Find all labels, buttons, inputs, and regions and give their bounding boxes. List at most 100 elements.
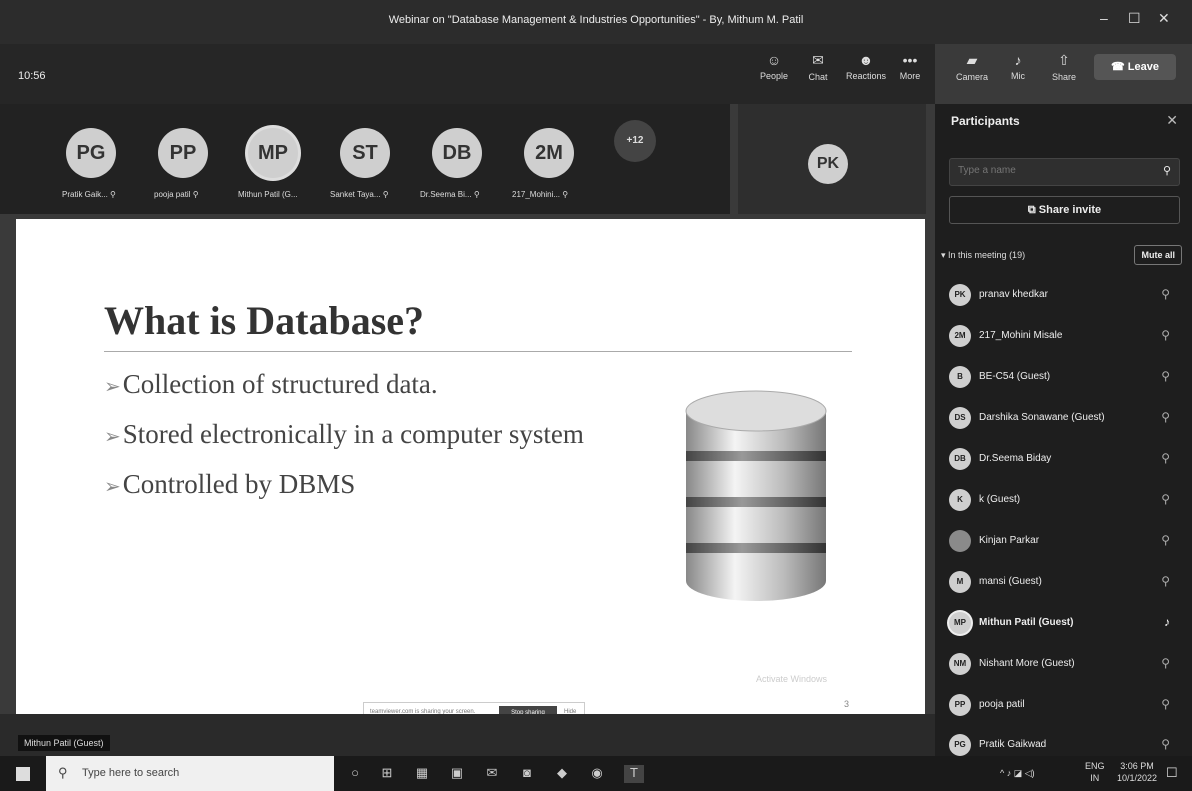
database-cylinder-icon (685, 390, 827, 601)
language-indicator[interactable]: ENG IN (1085, 760, 1105, 784)
bullet-arrow-icon: ➢ (104, 376, 121, 398)
search-icon: ⚲ (1162, 165, 1171, 177)
avatar-pp[interactable]: PP (158, 128, 208, 178)
share-invite-button[interactable]: ⧉ Share invite (949, 196, 1180, 224)
avatar: 2M (949, 325, 971, 347)
camera-off-icon: ▰ (966, 52, 978, 68)
overflow-participants-button[interactable]: +12 (614, 120, 656, 162)
mic-icon: ⚲ (192, 190, 199, 199)
avatar: K (949, 489, 971, 511)
avatar-st[interactable]: ST (340, 128, 390, 178)
participant-search-input[interactable] (950, 159, 1156, 182)
mic-muted-icon: ⚲ (1161, 574, 1170, 588)
mic-muted-icon: ⚲ (1161, 369, 1170, 383)
windows-start-icon[interactable] (16, 767, 30, 781)
system-tray-icons[interactable]: ^ ♪ ◪ ◁) (1000, 768, 1035, 779)
mic-muted-icon: ⚲ (1161, 737, 1170, 751)
chat-button[interactable]: ✉ Chat (798, 52, 838, 82)
participant-tile-label: 217_Mohini... ⚲ (512, 190, 569, 199)
participant-row[interactable]: PP pooja patil ⚲ (949, 694, 1184, 716)
panel-title: Participants (951, 114, 1020, 128)
avatar: M (949, 571, 971, 593)
minimize-button[interactable]: – (1100, 10, 1108, 26)
meeting-toolbar (0, 44, 935, 104)
participant-row[interactable]: DS Darshika Sonawane (Guest) ⚲ (949, 407, 1184, 429)
avatar: NM (949, 653, 971, 675)
avatar-pg[interactable]: PG (66, 128, 116, 178)
more-button[interactable]: ••• More (890, 52, 930, 81)
participants-panel: Participants ✕ ⚲ ⧉ Share invite ▾ In thi… (935, 104, 1192, 756)
slide-title: What is Database? (104, 298, 425, 343)
task-view-icon[interactable]: ⊞ (377, 765, 397, 783)
avatar: PK (949, 284, 971, 306)
participant-row[interactable]: Kk (Guest) ⚲ (949, 489, 1184, 511)
notifications-icon[interactable]: ☐ (1166, 765, 1178, 781)
participant-tile-label: Pratik Gaik... ⚲ (62, 190, 116, 199)
avatar: DS (949, 407, 971, 429)
avatar: MP (949, 612, 971, 634)
slide-bullet: ➢Stored electronically in a computer sys… (104, 419, 584, 449)
participant-tile-label: pooja patil ⚲ (154, 190, 199, 199)
shared-slide: What is Database? ➢Collection of structu… (16, 219, 925, 714)
avatar-2m[interactable]: 2M (524, 128, 574, 178)
participant-tile-label: Sanket Taya... ⚲ (330, 190, 389, 199)
participant-search[interactable]: ⚲ (949, 158, 1180, 186)
mic-muted-icon: ⚲ (1161, 287, 1170, 301)
share-button[interactable]: ⇧ Share (1044, 52, 1084, 82)
participant-row[interactable]: NM Nishant More (Guest) ⚲ (949, 653, 1184, 675)
cortana-icon[interactable]: ○ (345, 765, 365, 783)
window-titlebar: Webinar on "Database Management & Indust… (0, 0, 1192, 44)
teams-icon[interactable]: T (624, 765, 644, 783)
people-button[interactable]: ☺ People (754, 52, 794, 81)
system-clock[interactable]: 3:06 PM 10/1/2022 (1117, 760, 1157, 784)
pinned-video-tile: PK (738, 104, 926, 214)
slide-divider (104, 351, 852, 352)
leave-button[interactable]: ☎ Leave (1094, 54, 1176, 80)
mic-icon: ⚲ (562, 190, 569, 199)
stage-bottom-bar (0, 714, 935, 756)
participant-row[interactable]: Kinjan Parkar ⚲ (949, 530, 1184, 552)
participant-row[interactable]: 2M 217_Mohini Misale ⚲ (949, 325, 1184, 347)
chat-icon: ✉ (812, 52, 824, 68)
mic-off-icon: ♪ (1014, 52, 1022, 68)
bullet-arrow-icon: ➢ (104, 426, 121, 448)
mail-icon[interactable]: ✉ (482, 765, 502, 783)
maximize-button[interactable]: ☐ (1128, 10, 1141, 27)
avatar-mp[interactable]: MP (248, 128, 298, 178)
mic-button[interactable]: ♪ Mic (998, 52, 1038, 81)
mute-all-button[interactable]: Mute all (1134, 245, 1182, 265)
participant-tile-label: Mithun Patil (G... (238, 190, 298, 199)
close-window-button[interactable]: ✕ (1158, 10, 1170, 27)
participant-row[interactable]: PG Pratik Gaikwad ⚲ (949, 734, 1184, 756)
taskbar-search[interactable]: ⚲ Type here to search (46, 756, 334, 791)
meeting-timer: 10:56 (18, 70, 46, 82)
participant-row[interactable]: DB Dr.Seema Biday ⚲ (949, 448, 1184, 470)
camera-button[interactable]: ▰ Camera (952, 52, 992, 82)
edge-icon[interactable]: ◆ (552, 765, 572, 783)
mic-on-icon: ♪ (1164, 615, 1170, 629)
store-icon[interactable]: ▣ (447, 765, 467, 783)
participant-row[interactable]: B BE-C54 (Guest) ⚲ (949, 366, 1184, 388)
avatar: PP (949, 694, 971, 716)
people-icon: ☺ (766, 52, 782, 68)
participant-row[interactable]: MP Mithun Patil (Guest) ♪ (949, 612, 1184, 634)
camera-app-icon[interactable]: ◙ (517, 765, 537, 783)
avatar: DB (949, 448, 971, 470)
file-explorer-icon[interactable]: ▦ (412, 765, 432, 783)
in-meeting-header[interactable]: ▾ In this meeting (19) (941, 250, 1025, 261)
slide-bullet: ➢Controlled by DBMS (104, 469, 356, 499)
avatar-db[interactable]: DB (432, 128, 482, 178)
avatar-pk: PK (808, 144, 848, 184)
window-title: Webinar on "Database Management & Indust… (388, 14, 804, 26)
presenter-name-label: Mithun Patil (Guest) (18, 735, 110, 751)
participant-row[interactable]: PK pranav khedkar ⚲ (949, 284, 1184, 306)
chrome-icon[interactable]: ◉ (587, 765, 607, 783)
bullet-arrow-icon: ➢ (104, 476, 121, 498)
mic-icon: ⚲ (110, 190, 116, 199)
reactions-button[interactable]: ☻ Reactions (846, 52, 886, 81)
participant-row[interactable]: Mmansi (Guest) ⚲ (949, 571, 1184, 593)
mic-muted-icon: ⚲ (1161, 328, 1170, 342)
avatar: B (949, 366, 971, 388)
activate-windows-watermark: Activate Windows (756, 674, 828, 684)
close-panel-icon[interactable]: ✕ (1166, 112, 1178, 129)
